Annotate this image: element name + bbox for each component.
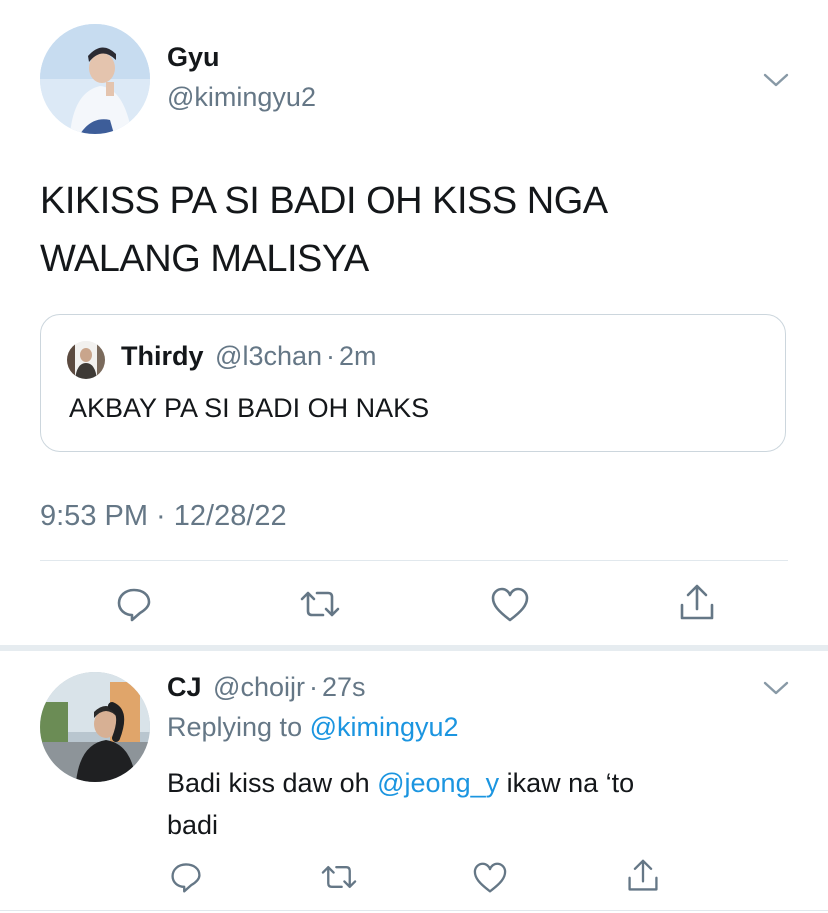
replying-to: Replying to @kimingyu2 <box>167 712 459 743</box>
quoted-separator: · <box>326 341 336 371</box>
reply-author-handle[interactable]: @choijr <box>213 672 305 702</box>
retweet-icon[interactable] <box>299 585 341 623</box>
reply-time: 27s <box>321 672 366 702</box>
bottom-divider <box>0 910 828 911</box>
reply-separator: · <box>308 672 318 702</box>
reply-icon[interactable] <box>115 585 153 623</box>
quoted-tweet-card[interactable]: Thirdy @l3chan · 2m AKBAY PA SI BADI OH NA… <box>40 314 786 452</box>
section-separator <box>0 645 828 651</box>
like-icon[interactable] <box>472 862 508 894</box>
reply-text-line: Badi kiss daw oh @jeong_y ikaw na ‘to <box>167 762 787 804</box>
quoted-tweet-text: AKBAY PA SI BADI OH NAKS <box>69 393 430 423</box>
replying-to-prefix: Replying to <box>167 712 310 742</box>
reply-mention[interactable]: @jeong_y <box>377 768 499 798</box>
like-icon[interactable] <box>490 587 530 623</box>
author-avatar[interactable] <box>40 24 150 134</box>
author-handle[interactable]: @kimingyu2 <box>167 82 316 113</box>
reply-text-part: ikaw na ‘to <box>499 768 635 798</box>
quoted-author-avatar <box>67 341 105 379</box>
quoted-author-name: Thirdy <box>121 341 204 371</box>
share-icon[interactable] <box>678 583 716 623</box>
reply-author-avatar[interactable] <box>40 672 150 782</box>
reply-header: CJ @choijr · 27s <box>167 672 366 703</box>
replying-to-handle[interactable]: @kimingyu2 <box>310 712 459 742</box>
reply-text-part: Badi kiss daw oh <box>167 768 378 798</box>
reply-text-line: badi <box>167 810 219 840</box>
share-icon[interactable] <box>626 858 660 894</box>
chevron-down-icon[interactable] <box>762 70 790 90</box>
tweet-text-line: KIKISS PA SI BADI OH KISS NGA <box>40 180 608 222</box>
quoted-time: 2m <box>339 341 377 371</box>
retweet-icon[interactable] <box>320 860 358 894</box>
quoted-header: Thirdy @l3chan · 2m <box>121 341 377 372</box>
chevron-down-icon[interactable] <box>762 678 790 698</box>
tweet-text: KIKISS PA SI BADI OH KISS NGA WALANG MAL… <box>40 172 800 288</box>
tweet-text-line: WALANG MALISYA <box>40 238 369 280</box>
quoted-author-handle: @l3chan <box>215 341 323 371</box>
reply-icon[interactable] <box>169 860 203 894</box>
author-display-name[interactable]: Gyu <box>167 42 220 73</box>
tweet-timestamp[interactable]: 9:53 PM · 12/28/22 <box>40 500 287 533</box>
reply-author-name[interactable]: CJ <box>167 672 202 702</box>
divider <box>40 560 788 561</box>
reply-text: Badi kiss daw oh @jeong_y ikaw na ‘to ba… <box>167 762 787 846</box>
